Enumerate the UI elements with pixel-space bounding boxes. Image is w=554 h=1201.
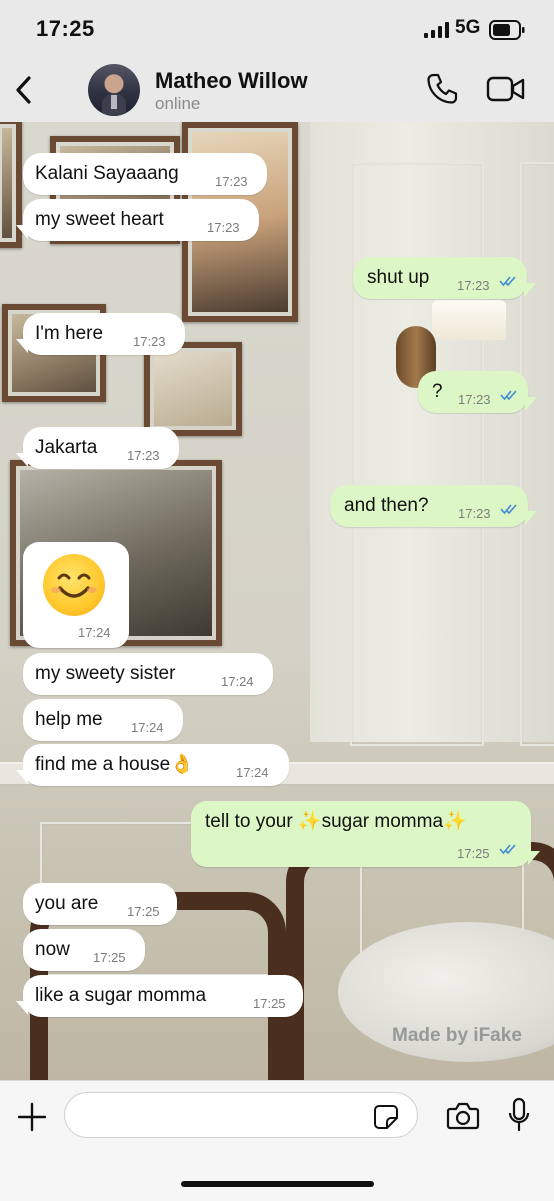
mic-icon[interactable] [507,1097,531,1133]
chat-header: Matheo Willow online [0,58,554,123]
picture-frame [144,342,242,436]
message-text: I'm here [35,323,104,344]
message-text: like a sugar momma [35,985,207,1006]
message-incoming[interactable]: I'm here 17:23 [23,313,185,355]
message-time: 17:25 [457,846,490,861]
wall-lamp [432,300,506,340]
avatar[interactable] [88,64,140,116]
message-incoming[interactable]: Jakarta 17:23 [23,427,179,469]
sticker-icon[interactable] [373,1104,399,1130]
message-outgoing[interactable]: and then? 17:23 [330,485,528,527]
message-time: 17:24 [131,720,164,735]
video-icon[interactable] [486,74,526,104]
message-time: 17:24 [236,765,269,780]
read-ticks-icon [500,504,517,515]
message-time: 17:23 [458,392,491,407]
bubble-tail [524,283,536,297]
message-text: my sweet heart [35,209,164,230]
message-time: 17:23 [127,448,160,463]
message-incoming[interactable]: find me a house👌 17:24 [23,744,289,786]
message-time: 17:24 [221,674,254,689]
message-text: shut up [367,267,430,288]
smiling-face-icon [43,554,105,616]
message-incoming[interactable]: 17:24 [23,542,129,648]
bubble-tail [525,511,537,525]
status-time: 17:25 [36,16,95,41]
bubble-tail [16,453,28,467]
back-icon[interactable] [12,72,36,108]
bubble-tail [16,225,28,239]
message-text: now [35,939,70,960]
bubble-tail [16,339,28,353]
message-time: 17:24 [78,625,111,640]
network-label: 5G [455,17,481,38]
message-time: 17:23 [457,278,490,293]
message-incoming[interactable]: like a sugar momma 17:25 [23,975,303,1017]
message-outgoing[interactable]: ? 17:23 [418,371,528,413]
chat-area[interactable]: Kalani Sayaaang 17:23 my sweet heart 17:… [0,122,554,1080]
watermark: Made by iFake [392,1025,522,1046]
message-incoming[interactable]: help me 17:24 [23,699,183,741]
message-text: find me a house👌 [35,754,194,775]
message-incoming[interactable]: Kalani Sayaaang 17:23 [23,153,267,195]
home-indicator [181,1181,374,1187]
message-text: you are [35,893,99,914]
wall-molding [520,162,554,746]
message-time: 17:23 [458,506,491,521]
message-time: 17:25 [253,996,286,1011]
message-text: my sweety sister [35,663,176,684]
message-text: ? [432,381,443,402]
bubble-tail [528,851,540,865]
message-text: tell to your ✨sugar momma✨ [205,811,467,832]
message-input[interactable] [64,1092,418,1138]
bubble-tail [525,397,537,411]
message-text: help me [35,709,103,730]
message-outgoing[interactable]: tell to your ✨sugar momma✨ 17:25 [191,801,531,867]
message-incoming[interactable]: now 17:25 [23,929,145,971]
plus-icon[interactable] [16,1101,48,1133]
message-text: Jakarta [35,437,98,458]
contact-name[interactable]: Matheo Willow [155,68,308,94]
message-text: Kalani Sayaaang [35,163,179,184]
message-time: 17:23 [207,220,240,235]
camera-icon[interactable] [446,1101,480,1131]
message-incoming[interactable]: my sweety sister 17:24 [23,653,273,695]
read-ticks-icon [499,276,516,287]
read-ticks-icon [499,844,516,855]
message-time: 17:25 [127,904,160,919]
status-bar: 17:25 5G [0,0,554,58]
message-incoming[interactable]: my sweet heart 17:23 [23,199,259,241]
phone-icon[interactable] [425,72,459,106]
message-time: 17:23 [215,174,248,189]
message-time: 17:25 [93,950,126,965]
signal-icon [424,22,449,38]
wall-molding [350,162,484,746]
read-ticks-icon [500,390,517,401]
bubble-tail [16,770,28,784]
message-time: 17:23 [133,334,166,349]
message-incoming[interactable]: you are 17:25 [23,883,177,925]
bubble-tail [16,1001,28,1015]
message-text: and then? [344,495,429,516]
battery-icon [489,20,525,40]
message-outgoing[interactable]: shut up 17:23 [353,257,527,299]
contact-status: online [155,94,201,113]
